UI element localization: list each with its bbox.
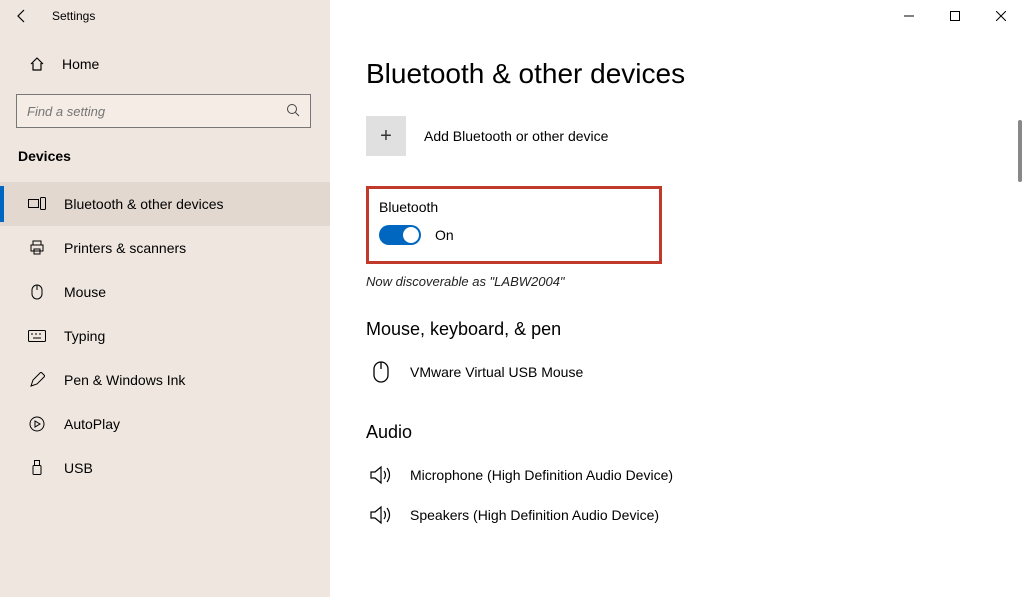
mouse-icon (366, 361, 396, 383)
mouse-icon (26, 284, 48, 300)
sidebar-item-label: Bluetooth & other devices (64, 196, 224, 212)
minimize-button[interactable] (886, 0, 932, 32)
search-input[interactable] (27, 104, 286, 119)
plus-icon: + (366, 116, 406, 156)
device-row-mouse[interactable]: VMware Virtual USB Mouse (366, 352, 1004, 392)
speaker-icon (366, 505, 396, 525)
device-row-speakers[interactable]: Speakers (High Definition Audio Device) (366, 495, 1004, 535)
sidebar-item-usb[interactable]: USB (0, 446, 330, 490)
search-icon (286, 103, 300, 120)
printer-icon (26, 240, 48, 256)
device-label: VMware Virtual USB Mouse (410, 364, 583, 380)
bluetooth-toggle-highlight: Bluetooth On (366, 186, 662, 264)
sidebar-item-label: Mouse (64, 284, 106, 300)
device-label: Microphone (High Definition Audio Device… (410, 467, 673, 483)
sidebar-item-label: Pen & Windows Ink (64, 372, 185, 388)
search-box[interactable] (16, 94, 311, 128)
autoplay-icon (26, 416, 48, 432)
device-row-microphone[interactable]: Microphone (High Definition Audio Device… (366, 455, 1004, 495)
bluetooth-toggle-state: On (435, 227, 454, 243)
sidebar-item-autoplay[interactable]: AutoPlay (0, 402, 330, 446)
sidebar: Home Devices Bluetooth & other devices P… (0, 32, 330, 597)
sidebar-item-pen[interactable]: Pen & Windows Ink (0, 358, 330, 402)
sidebar-item-label: Printers & scanners (64, 240, 186, 256)
sidebar-nav-list: Bluetooth & other devices Printers & sca… (0, 182, 330, 490)
page-title: Bluetooth & other devices (366, 58, 1004, 90)
sidebar-item-label: USB (64, 460, 93, 476)
add-device-label: Add Bluetooth or other device (424, 128, 608, 144)
audio-heading: Audio (366, 422, 1004, 443)
sidebar-item-bluetooth[interactable]: Bluetooth & other devices (0, 182, 330, 226)
sidebar-section-label: Devices (16, 148, 314, 164)
home-icon (26, 56, 48, 72)
scrollbar-thumb[interactable] (1018, 120, 1022, 182)
usb-icon (26, 460, 48, 476)
app-title: Settings (44, 9, 95, 23)
add-device-button[interactable]: + Add Bluetooth or other device (366, 116, 1004, 156)
devices-icon (26, 197, 48, 211)
device-label: Speakers (High Definition Audio Device) (410, 507, 659, 523)
close-button[interactable] (978, 0, 1024, 32)
sidebar-item-typing[interactable]: Typing (0, 314, 330, 358)
home-label: Home (62, 56, 99, 72)
keyboard-icon (26, 330, 48, 342)
pen-icon (26, 372, 48, 388)
discoverable-text: Now discoverable as "LABW2004" (366, 274, 1004, 289)
toggle-knob (403, 227, 419, 243)
sidebar-item-printers[interactable]: Printers & scanners (0, 226, 330, 270)
mkp-heading: Mouse, keyboard, & pen (366, 319, 1004, 340)
content-area: Bluetooth & other devices + Add Bluetoot… (330, 32, 1024, 597)
maximize-button[interactable] (932, 0, 978, 32)
titlebar: Settings (0, 0, 1024, 32)
sidebar-item-label: Typing (64, 328, 105, 344)
window-controls (886, 0, 1024, 32)
speaker-icon (366, 465, 396, 485)
home-nav[interactable]: Home (16, 44, 314, 84)
back-button[interactable] (0, 0, 44, 32)
bluetooth-section-title: Bluetooth (379, 199, 649, 215)
bluetooth-toggle[interactable] (379, 225, 421, 245)
sidebar-item-label: AutoPlay (64, 416, 120, 432)
sidebar-item-mouse[interactable]: Mouse (0, 270, 330, 314)
